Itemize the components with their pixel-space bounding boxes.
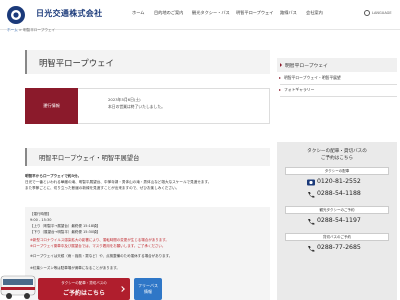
contact-sub-charter-bus: 貸切バスのご予約 bbox=[285, 233, 389, 241]
banner-title: ご予約はこちら bbox=[62, 290, 105, 297]
phone-number-1[interactable]: 0120-81-2552 bbox=[317, 178, 361, 185]
nav-destinations[interactable]: 目的地のご案内 bbox=[154, 10, 183, 16]
phone-row-3[interactable]: 0288-54-1197 bbox=[277, 217, 397, 227]
contact-title-2: ご予約はこちら bbox=[320, 156, 354, 161]
company-name[interactable]: 日光交通株式会社 bbox=[36, 8, 102, 19]
phone-row-2[interactable]: 0288-54-1188 bbox=[277, 190, 397, 200]
divider bbox=[280, 96, 397, 97]
banner-subtitle: タクシーの配車・貸切バスの bbox=[61, 281, 107, 285]
section-desc-1: 日光で一番といわれる華厳の滝、明智平展望台、中禅寺湖・男体山の滝・男体山など雄大… bbox=[25, 180, 212, 184]
language-label: LANGUAGE bbox=[372, 11, 392, 15]
page-title: 明智平ロープウェイ bbox=[39, 58, 114, 68]
sidebar-item-ropeway-observatory[interactable]: 明智平ロープウェイ・明智平展望 bbox=[284, 75, 341, 81]
caret-right-icon bbox=[279, 77, 281, 79]
globe-icon bbox=[364, 10, 370, 16]
section-desc-2: また季節ごとに、切り立った断崖の新緑を見渡すことが出来ますので、ぜひお楽しみくだ… bbox=[25, 186, 180, 190]
hours-note-4: ※紅葉シーズン等は駐車場が満車になることがあります。 bbox=[30, 266, 120, 270]
nav-company[interactable]: 会社案内 bbox=[306, 10, 323, 16]
hours-note-1: ※新型コロナウイルス感染拡大の影響により、運転時間の変更が生じる場合があります。 bbox=[30, 238, 169, 242]
breadcrumb: ホーム > 明智平ロープウェイ bbox=[7, 28, 55, 33]
breadcrumb-separator: > bbox=[18, 28, 22, 32]
hours-time: 9:00 - 15:30 bbox=[30, 218, 52, 222]
free-bus-line-2: 情報 bbox=[144, 289, 152, 294]
status-message: 本日の営業は終了いたしました。 bbox=[108, 104, 165, 109]
bus-illustration-icon bbox=[0, 275, 36, 299]
operation-status: 運行情報 2023年5月6日(土) 本日の営業は終了いたしました。 bbox=[25, 88, 270, 124]
phone-icon bbox=[308, 192, 315, 198]
phone-icon bbox=[308, 219, 315, 225]
hours-last-down: 【下り（展望台→明智平）最終便 15:30頃】 bbox=[30, 230, 101, 234]
phone-row-1[interactable]: 0120-81-2552 bbox=[277, 178, 397, 188]
phone-number-3[interactable]: 0288-54-1197 bbox=[317, 217, 361, 224]
phone-icon bbox=[308, 246, 315, 252]
reservation-banner-button[interactable]: タクシーの配車・貸切バスの ご予約はこちら bbox=[38, 278, 130, 300]
nav-sightseeing-taxi-bus[interactable]: 観光タクシー・バス bbox=[192, 10, 230, 16]
site-header: 日光交通株式会社 ホーム 目的地のご案内 観光タクシー・バス 明智平ロープウェイ… bbox=[0, 0, 400, 30]
freedial-icon bbox=[307, 179, 315, 186]
section-title: 明智平ロープウェイ・明智平展望台 bbox=[39, 155, 140, 162]
contact-box: タクシーの配車・貸切バスの ご予約はこちら タクシーの配車 0120-81-25… bbox=[277, 142, 397, 300]
contact-title-1: タクシーの配車・貸切バスの bbox=[307, 149, 367, 154]
phone-number-2[interactable]: 0288-54-1188 bbox=[317, 190, 361, 197]
status-label: 運行情報 bbox=[25, 88, 78, 124]
contact-sub-taxi: タクシーの配車 bbox=[285, 167, 389, 175]
language-selector[interactable]: LANGUAGE bbox=[364, 10, 398, 18]
nav-home[interactable]: ホーム bbox=[132, 10, 144, 16]
caret-right-icon bbox=[279, 89, 281, 91]
contact-sub-sightseeing: 観光タクシーのご予約 bbox=[285, 206, 389, 214]
sidebar-heading-item[interactable]: 明智平ロープウェイ bbox=[277, 58, 397, 72]
section-lead: 明智平からロープウェイで約3分。 bbox=[25, 174, 82, 178]
status-content: 2023年5月6日(土) 本日の営業は終了いたしました。 bbox=[78, 88, 270, 124]
hours-heading: 【運行時間】 bbox=[30, 212, 51, 216]
nav-ropeway[interactable]: 明智平ロープウェイ bbox=[236, 10, 273, 16]
breadcrumb-home[interactable]: ホーム bbox=[7, 28, 18, 32]
free-bus-line-1: フリーバス bbox=[138, 283, 158, 288]
caret-right-icon bbox=[280, 63, 282, 67]
hours-last-up: 【上り（明智平→展望台）最終便 15:18頃】 bbox=[30, 224, 101, 228]
sidebar-item-photo-gallery[interactable]: フォトギャラリー bbox=[284, 87, 314, 93]
sidebar-heading: 明智平ロープウェイ bbox=[285, 64, 328, 69]
phone-row-4[interactable]: 0288-77-2685 bbox=[277, 244, 397, 254]
section-title-bar: 明智平ロープウェイ・明智平展望台 bbox=[25, 148, 270, 166]
nav-route-bus[interactable]: 路線バス bbox=[280, 10, 297, 16]
page-title-bar: 明智平ロープウェイ bbox=[25, 50, 270, 74]
hours-note-3: ※ロープウェイは天候（雨・強風・霧など）や、点検整備のため運休する場合があります… bbox=[30, 254, 173, 258]
free-bus-info-button[interactable]: フリーバス 情報 bbox=[134, 278, 162, 300]
phone-number-4[interactable]: 0288-77-2685 bbox=[317, 244, 361, 251]
company-logo-icon[interactable] bbox=[6, 5, 26, 25]
hours-note-2: ※ロープウェイ乗車中及び展望台では、マスク着用をお願いします。ご了承ください。 bbox=[30, 244, 166, 248]
divider bbox=[280, 84, 397, 85]
status-date: 2023年5月6日(土) bbox=[108, 97, 141, 102]
breadcrumb-current: 明智平ロープウェイ bbox=[23, 28, 56, 32]
